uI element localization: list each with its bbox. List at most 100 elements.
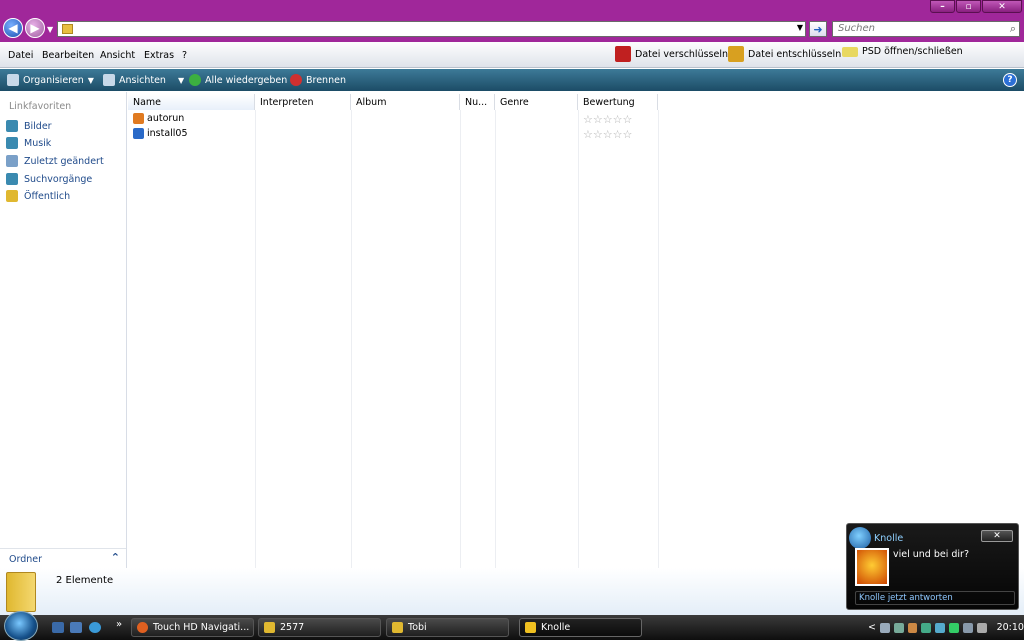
taskbar: » Touch HD Navigati... 2577 Tobi Knolle …	[0, 611, 1024, 641]
nav-item-public[interactable]: Öffentlich	[6, 190, 70, 202]
tray-icon[interactable]	[907, 622, 918, 633]
psd-icon	[842, 46, 858, 57]
table-row[interactable]: autorun	[133, 113, 184, 124]
recent-icon	[6, 155, 18, 167]
rating-stars[interactable]: ☆☆☆☆☆	[583, 128, 632, 141]
views-label: Ansichten	[119, 74, 166, 86]
burn-button[interactable]: Brennen	[290, 74, 346, 86]
search-input[interactable]: Suchen ⌕	[832, 21, 1020, 37]
rating-stars[interactable]: ☆☆☆☆☆	[583, 113, 632, 126]
close-button[interactable]: ✕	[982, 0, 1022, 13]
clock[interactable]: 20:10	[997, 622, 1024, 633]
start-button[interactable]	[4, 611, 38, 641]
tray-icon[interactable]	[879, 622, 890, 633]
show-desktop-icon[interactable]	[52, 622, 64, 633]
task-label: Touch HD Navigati...	[153, 622, 250, 633]
title-bar: – ▫ ✕	[0, 0, 1024, 15]
column-divider	[460, 110, 461, 568]
back-arrow-icon[interactable]: ◀	[3, 18, 23, 38]
nav-item-label: Musik	[24, 137, 52, 149]
column-divider	[255, 110, 256, 568]
column-interpreten[interactable]: Interpreten	[255, 94, 351, 110]
task-2577[interactable]: 2577	[258, 618, 381, 637]
windows-live-icon	[849, 527, 871, 549]
lock-red-icon	[615, 46, 631, 62]
table-row[interactable]: install05	[133, 128, 188, 139]
task-label: Tobi	[408, 622, 427, 633]
quicklaunch-chevron[interactable]: »	[116, 619, 122, 630]
column-genre[interactable]: Genre	[495, 94, 578, 110]
organize-button[interactable]: Organisieren ▼	[7, 74, 94, 86]
task-knolle[interactable]: Knolle	[519, 618, 642, 637]
firefox-icon	[137, 622, 148, 633]
organize-icon	[7, 74, 19, 86]
network-icon[interactable]	[962, 622, 973, 633]
decrypt-label: Datei entschlüsseln	[748, 48, 842, 60]
folders-toggle[interactable]: Ordner ⌃	[0, 548, 126, 568]
reply-link[interactable]: Knolle jetzt antworten	[855, 591, 1015, 605]
menu-bearbeiten[interactable]: Bearbeiten	[42, 50, 94, 61]
search-placeholder: Suchen	[838, 23, 876, 34]
burn-label: Brennen	[306, 74, 346, 86]
encrypt-button[interactable]: Datei verschlüsseln	[615, 46, 728, 62]
column-name[interactable]: Name	[128, 94, 255, 110]
internet-explorer-icon[interactable]	[89, 622, 101, 633]
autorun-file-icon	[133, 113, 144, 124]
installer-file-icon	[133, 128, 144, 139]
nav-item-label: Suchvorgänge	[24, 173, 93, 185]
nav-item-searches[interactable]: Suchvorgänge	[6, 173, 92, 185]
history-dropdown-icon[interactable]: ▼	[47, 25, 53, 34]
menu-ansicht[interactable]: Ansicht	[100, 50, 135, 61]
task-label: Knolle	[541, 622, 571, 633]
encrypt-label: Datei verschlüsseln	[635, 48, 728, 60]
decrypt-button[interactable]: Datei entschlüsseln	[728, 46, 841, 62]
column-album[interactable]: Album	[351, 94, 460, 110]
forward-arrow-icon[interactable]: ▶	[25, 18, 45, 38]
switch-windows-icon[interactable]	[70, 622, 82, 633]
maximize-button[interactable]: ▫	[956, 0, 981, 13]
contact-name: Knolle	[874, 533, 904, 544]
folders-label: Ordner	[9, 554, 43, 565]
nav-item-bilder[interactable]: Bilder	[6, 120, 52, 132]
nav-item-label: Zuletzt geändert	[24, 155, 104, 167]
system-tray: < 20:10	[864, 618, 1024, 637]
menu-help[interactable]: ?	[182, 50, 187, 61]
command-toolbar: Organisieren ▼ Ansichten ▼ Alle wiederge…	[0, 69, 1024, 91]
nav-item-musik[interactable]: Musik	[6, 137, 51, 149]
task-label: 2577	[280, 622, 305, 633]
address-input[interactable]: ▼	[57, 21, 806, 37]
item-count: 2 Elemente	[56, 575, 114, 586]
tray-icon[interactable]	[935, 622, 946, 633]
views-button[interactable]: Ansichten ▼	[103, 74, 184, 86]
tray-icon[interactable]	[893, 622, 904, 633]
pictures-icon	[6, 120, 18, 132]
play-icon	[189, 74, 201, 86]
folder-icon	[6, 572, 36, 612]
menu-extras[interactable]: Extras	[144, 50, 174, 61]
go-arrow-icon[interactable]: ➜	[809, 21, 827, 37]
column-rating[interactable]: Bewertung	[578, 94, 658, 110]
search-icon[interactable]: ⌕	[1010, 22, 1016, 36]
minimize-button[interactable]: –	[930, 0, 955, 13]
nav-item-recent[interactable]: Zuletzt geändert	[6, 155, 104, 167]
task-touch-hd[interactable]: Touch HD Navigati...	[131, 618, 254, 637]
column-number[interactable]: Nu...	[460, 94, 495, 110]
volume-icon[interactable]	[976, 622, 987, 633]
folder-icon	[62, 24, 73, 34]
play-all-button[interactable]: Alle wiedergeben	[189, 74, 287, 86]
burn-icon	[290, 74, 302, 86]
favorites-header: Linkfavoriten	[9, 101, 72, 112]
close-icon[interactable]: ✕	[981, 530, 1013, 542]
play-all-label: Alle wiedergeben	[205, 74, 288, 86]
menu-datei[interactable]: Datei	[8, 50, 33, 61]
tray-chevron[interactable]: <	[868, 622, 876, 633]
avatar	[855, 548, 889, 586]
help-icon[interactable]: ?	[1003, 73, 1017, 87]
psd-button[interactable]: PSD öffnen/schließen	[842, 46, 963, 57]
task-tobi[interactable]: Tobi	[386, 618, 509, 637]
file-name: install05	[147, 128, 188, 139]
tray-icon[interactable]	[921, 622, 932, 633]
chevron-down-icon[interactable]: ▼	[797, 23, 803, 32]
tray-icon[interactable]	[949, 622, 959, 633]
messenger-notification[interactable]: Knolle ✕ viel und bei dir? Knolle jetzt …	[846, 523, 1019, 610]
